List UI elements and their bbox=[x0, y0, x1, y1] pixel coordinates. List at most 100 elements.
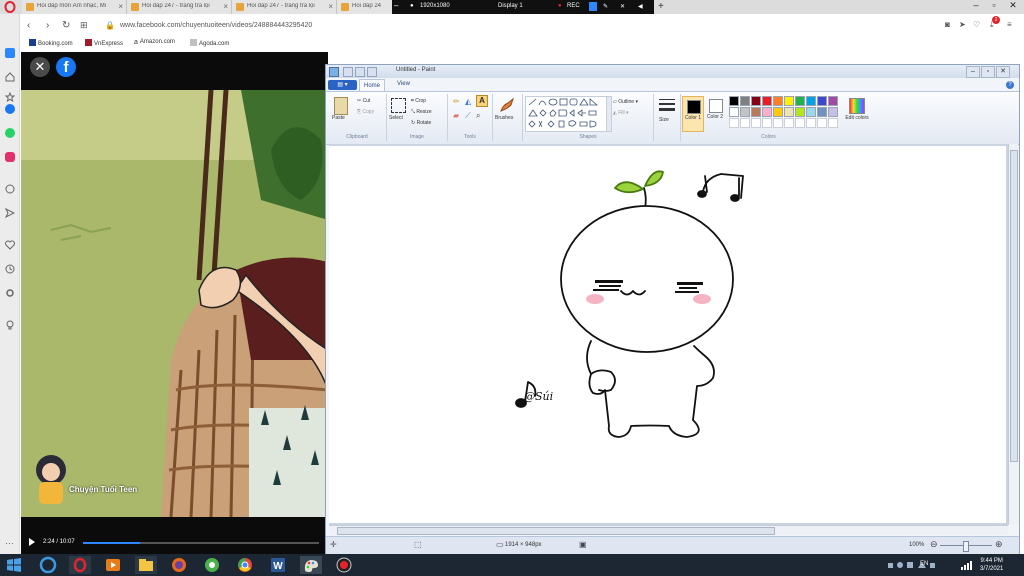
close-video-button[interactable]: ✕ bbox=[30, 57, 50, 77]
whatsapp-icon[interactable] bbox=[5, 128, 15, 138]
shapes-gallery-scroll[interactable] bbox=[606, 96, 612, 132]
recorder-pause-icon[interactable] bbox=[589, 2, 597, 11]
palette-swatch[interactable] bbox=[817, 107, 827, 117]
forward-arrow-icon[interactable]: › bbox=[46, 20, 49, 31]
recorder-close-icon[interactable]: ✕ bbox=[620, 3, 625, 10]
recorder-collapse-icon[interactable]: ◀ bbox=[638, 3, 643, 10]
undo-icon[interactable] bbox=[355, 67, 365, 77]
palette-swatch[interactable] bbox=[729, 96, 739, 106]
home-icon[interactable] bbox=[5, 72, 15, 82]
redo-icon[interactable] bbox=[367, 67, 377, 77]
palette-swatch[interactable] bbox=[751, 96, 761, 106]
color-picker-icon[interactable]: ⟋ bbox=[465, 111, 471, 121]
rec-button[interactable]: REC bbox=[567, 3, 580, 9]
paint-maximize-button[interactable]: ▫ bbox=[981, 66, 995, 78]
paint-taskbar-icon[interactable] bbox=[300, 556, 322, 574]
new-tab-button[interactable]: + bbox=[658, 1, 664, 12]
edit-colors-icon[interactable] bbox=[849, 98, 865, 114]
speed-dial-icon[interactable]: ⊞ bbox=[80, 20, 88, 31]
fill-bucket-icon[interactable]: ◭ bbox=[465, 97, 471, 106]
media-player-icon[interactable] bbox=[102, 556, 124, 574]
palette-swatch[interactable] bbox=[773, 107, 783, 117]
heart-sidebar-icon[interactable] bbox=[5, 240, 15, 250]
url-field[interactable]: www.facebook.com/chuyentuoiteen/videos/2… bbox=[120, 22, 312, 29]
palette-swatch-empty[interactable] bbox=[806, 118, 816, 128]
heart-icon[interactable]: ♡ bbox=[973, 20, 980, 29]
bookmark-booking[interactable]: Booking.com bbox=[29, 39, 73, 47]
tab-close-icon[interactable]: × bbox=[118, 2, 123, 11]
recorder-taskbar-icon[interactable] bbox=[333, 556, 355, 574]
close-window-button[interactable]: ✕ bbox=[1004, 0, 1022, 12]
size-button[interactable]: Size bbox=[659, 117, 669, 123]
palette-swatch-empty[interactable] bbox=[729, 118, 739, 128]
save-icon[interactable] bbox=[343, 67, 353, 77]
chrome-icon[interactable] bbox=[234, 556, 256, 574]
palette-swatch[interactable] bbox=[795, 107, 805, 117]
language-indicator[interactable]: EN bbox=[920, 561, 928, 567]
coccoc-icon[interactable] bbox=[201, 556, 223, 574]
tab-close-icon[interactable]: × bbox=[223, 2, 228, 11]
gear-icon[interactable] bbox=[5, 288, 15, 298]
browser-tab[interactable]: Hỏi đáp môn Âm nhạc, Mĩ × bbox=[22, 0, 127, 14]
resize-button[interactable]: ⤡ Resize bbox=[411, 109, 432, 115]
player-icon[interactable] bbox=[5, 184, 15, 194]
palette-swatch-empty[interactable] bbox=[751, 118, 761, 128]
paste-button[interactable]: Paste bbox=[332, 115, 345, 121]
select-button[interactable]: Select bbox=[389, 115, 403, 121]
magnifier-icon[interactable]: ⌕ bbox=[476, 111, 480, 121]
lightbulb-icon[interactable] bbox=[5, 320, 15, 330]
color1-button[interactable]: Color 1 bbox=[682, 96, 704, 132]
horizontal-scroll-thumb[interactable] bbox=[337, 527, 775, 535]
zoom-in-button[interactable]: ⊕ bbox=[995, 539, 1003, 550]
bookmark-vnexpress[interactable]: VnExpress bbox=[85, 39, 123, 47]
palette-swatch[interactable] bbox=[806, 96, 816, 106]
facebook-logo-icon[interactable]: f bbox=[56, 57, 76, 77]
system-tray-icons[interactable] bbox=[888, 560, 936, 570]
palette-swatch[interactable] bbox=[729, 107, 739, 117]
brush-icon[interactable] bbox=[499, 97, 515, 113]
palette-swatch-empty[interactable] bbox=[828, 118, 838, 128]
play-icon[interactable] bbox=[28, 538, 36, 546]
fill-button[interactable]: ◭ Fill ▾ bbox=[613, 110, 629, 116]
edit-colors-button[interactable]: Edit colors bbox=[845, 115, 869, 121]
pencil-icon[interactable]: ✏ bbox=[453, 97, 460, 106]
vertical-scroll-thumb[interactable] bbox=[1010, 150, 1018, 462]
recorder-display[interactable]: Display 1 bbox=[498, 3, 523, 9]
palette-swatch[interactable] bbox=[784, 96, 794, 106]
send-icon[interactable]: ➤ bbox=[959, 20, 966, 29]
zoom-slider-thumb[interactable] bbox=[963, 541, 969, 552]
file-explorer-icon[interactable] bbox=[135, 556, 157, 574]
bookmark-star-icon[interactable] bbox=[5, 92, 15, 102]
minimize-window-button[interactable]: – bbox=[967, 0, 985, 12]
brushes-button[interactable]: Brushes bbox=[495, 115, 513, 121]
select-icon[interactable] bbox=[391, 98, 406, 113]
instagram-icon[interactable] bbox=[5, 152, 15, 162]
palette-swatch[interactable] bbox=[806, 107, 816, 117]
color2-button[interactable]: Color 2 bbox=[705, 96, 725, 130]
eraser-icon[interactable]: ▰ bbox=[453, 111, 459, 120]
recorder-resolution[interactable]: 1920x1080 bbox=[420, 3, 450, 9]
reload-icon[interactable]: ↻ bbox=[62, 20, 70, 31]
firefox-icon[interactable] bbox=[168, 556, 190, 574]
palette-swatch[interactable] bbox=[828, 96, 838, 106]
send-sidebar-icon[interactable] bbox=[5, 208, 15, 218]
crop-button[interactable]: ⌗ Crop bbox=[411, 98, 426, 104]
palette-swatch[interactable] bbox=[828, 107, 838, 117]
camera-icon[interactable]: ◙ bbox=[945, 20, 950, 29]
cut-button[interactable]: ✂ Cut bbox=[357, 98, 370, 104]
maximize-window-button[interactable]: ▫ bbox=[985, 0, 1003, 12]
ie-icon[interactable] bbox=[37, 556, 59, 574]
palette-swatch[interactable] bbox=[817, 96, 827, 106]
file-menu-button[interactable]: ▤ ▾ bbox=[328, 80, 357, 90]
settings-icon[interactable]: ≡ bbox=[1007, 20, 1012, 29]
back-arrow-icon[interactable]: ‹ bbox=[27, 20, 30, 31]
messenger-icon[interactable] bbox=[5, 104, 15, 114]
video-seek-bar[interactable] bbox=[83, 542, 319, 544]
palette-swatch[interactable] bbox=[795, 96, 805, 106]
palette-swatch[interactable] bbox=[751, 107, 761, 117]
palette-swatch[interactable] bbox=[762, 107, 772, 117]
palette-swatch-empty[interactable] bbox=[795, 118, 805, 128]
palette-swatch[interactable] bbox=[740, 96, 750, 106]
bookmark-agoda[interactable]: Agoda.com bbox=[190, 39, 229, 47]
network-signal-icon[interactable] bbox=[960, 560, 974, 570]
